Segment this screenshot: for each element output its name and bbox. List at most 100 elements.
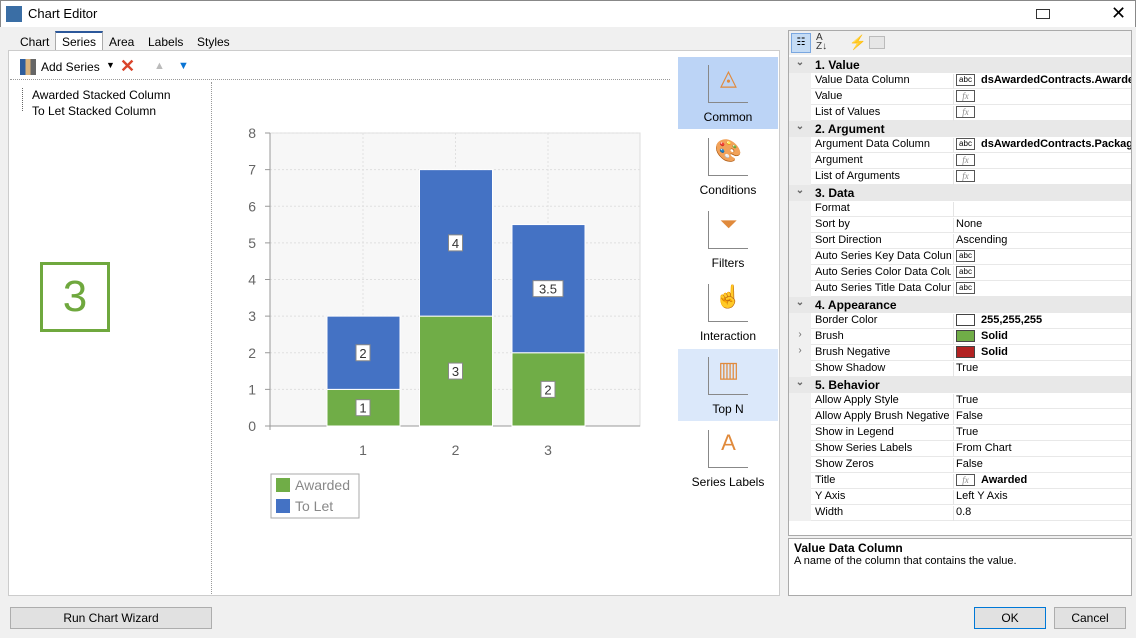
- categorized-icon[interactable]: ☷: [791, 33, 811, 53]
- property-value[interactable]: True: [956, 362, 978, 374]
- dropdown-arrow-icon[interactable]: ▼: [106, 60, 115, 70]
- expression-icon[interactable]: fx: [956, 170, 975, 183]
- property-name: Value Data Column: [815, 74, 910, 86]
- property-row[interactable]: Value Data Column abc dsAwardedContracts.A…: [789, 73, 1131, 89]
- property-row[interactable]: Format: [789, 201, 1131, 217]
- data-column-icon[interactable]: abc: [956, 138, 975, 151]
- tab-styles[interactable]: Styles: [191, 33, 236, 51]
- collapse-chevron-icon[interactable]: ⌄: [789, 185, 811, 201]
- collapse-chevron-icon[interactable]: ⌄: [789, 377, 811, 393]
- property-value[interactable]: Ascending: [956, 234, 1007, 246]
- move-down-icon[interactable]: ▼: [178, 60, 189, 72]
- close-icon[interactable]: ✕: [1111, 3, 1126, 24]
- property-value[interactable]: None: [956, 218, 982, 230]
- collapse-chevron-icon[interactable]: ⌄: [789, 121, 811, 137]
- property-value[interactable]: dsAwardedContracts.Package: [981, 138, 1131, 150]
- property-value[interactable]: dsAwardedContracts.Awarded: [981, 74, 1131, 86]
- property-value[interactable]: False: [956, 458, 983, 470]
- run-chart-wizard-button[interactable]: Run Chart Wizard: [10, 607, 212, 629]
- sort-alpha-icon[interactable]: A Z↓: [816, 33, 827, 52]
- expression-icon[interactable]: fx: [956, 474, 975, 487]
- tab-series[interactable]: Series: [55, 31, 104, 51]
- property-row[interactable]: Show Series Labels From Chart: [789, 441, 1131, 457]
- property-row[interactable]: Title fx Awarded: [789, 473, 1131, 489]
- property-row[interactable]: Allow Apply Brush Negative False: [789, 409, 1131, 425]
- property-row[interactable]: Show in Legend True: [789, 425, 1131, 441]
- chart-svg: 0 1 2 3 4 5 6 7 8 1 2 3 1 3 2 2 4 3.5 Awarded To Let: [248, 125, 641, 519]
- property-value[interactable]: True: [956, 426, 978, 438]
- property-row[interactable]: Argument fx: [789, 153, 1131, 169]
- property-row[interactable]: List of Values fx: [789, 105, 1131, 121]
- collapse-chevron-icon[interactable]: ⌄: [789, 57, 811, 73]
- property-row[interactable]: Allow Apply Style True: [789, 393, 1131, 409]
- property-row[interactable]: Border Color 255,255,255: [789, 313, 1131, 329]
- data-column-icon[interactable]: abc: [956, 282, 975, 295]
- property-row[interactable]: Sort Direction Ascending: [789, 233, 1131, 249]
- property-value[interactable]: False: [956, 410, 983, 422]
- y-tick-label: 1: [248, 381, 256, 397]
- expand-chevron-icon[interactable]: ›: [789, 329, 811, 345]
- tab-chart[interactable]: Chart: [14, 33, 55, 51]
- property-row[interactable]: Auto Series Color Data Column abc: [789, 265, 1131, 281]
- property-category[interactable]: ⌄ 4. Appearance: [789, 297, 1131, 313]
- gallery-series-labels[interactable]: A Series Labels: [678, 422, 778, 494]
- collapse-chevron-icon[interactable]: ⌄: [789, 297, 811, 313]
- delete-series-icon[interactable]: ✕: [120, 56, 135, 77]
- data-column-icon[interactable]: abc: [956, 266, 975, 279]
- gallery-conditions[interactable]: 🎨 Conditions: [678, 130, 778, 202]
- property-row[interactable]: › Brush Solid: [789, 329, 1131, 345]
- gallery-common[interactable]: ◬ Common: [678, 57, 778, 129]
- tab-labels[interactable]: Labels: [142, 33, 189, 51]
- property-category[interactable]: ⌄ 5. Behavior: [789, 377, 1131, 393]
- property-row[interactable]: Sort by None: [789, 217, 1131, 233]
- expression-icon[interactable]: fx: [956, 154, 975, 167]
- property-pages-icon[interactable]: [869, 36, 885, 49]
- property-value[interactable]: 0.8: [956, 506, 971, 518]
- property-value[interactable]: Solid: [981, 346, 1008, 358]
- expand-chevron-icon[interactable]: ›: [789, 345, 811, 361]
- property-row[interactable]: › Brush Negative Solid: [789, 345, 1131, 361]
- property-row[interactable]: Auto Series Title Data Column abc: [789, 281, 1131, 297]
- series-item-to-let[interactable]: To Let Stacked Column: [32, 104, 156, 118]
- ok-button[interactable]: OK: [974, 607, 1046, 629]
- property-row[interactable]: Value fx: [789, 89, 1131, 105]
- color-swatch[interactable]: [956, 346, 975, 359]
- cancel-button[interactable]: Cancel: [1054, 607, 1126, 629]
- tab-area[interactable]: Area: [103, 33, 140, 51]
- move-up-icon[interactable]: ▲: [154, 60, 165, 72]
- gallery-top-n[interactable]: ▥ Top N: [678, 349, 778, 421]
- property-row[interactable]: Y Axis Left Y Axis: [789, 489, 1131, 505]
- row-gutter: [789, 281, 811, 297]
- data-column-icon[interactable]: abc: [956, 250, 975, 263]
- property-value[interactable]: Solid: [981, 330, 1008, 342]
- legend-label: To Let: [295, 498, 333, 514]
- property-value[interactable]: Awarded: [981, 474, 1027, 486]
- gallery-filters[interactable]: ⏷ Filters: [678, 203, 778, 275]
- series-item-awarded[interactable]: Awarded Stacked Column: [32, 88, 171, 102]
- expression-icon[interactable]: fx: [956, 106, 975, 119]
- gallery-label: Conditions: [699, 183, 757, 197]
- restore-icon[interactable]: [1036, 9, 1050, 19]
- property-row[interactable]: Auto Series Key Data Column abc: [789, 249, 1131, 265]
- property-category[interactable]: ⌄ 2. Argument: [789, 121, 1131, 137]
- property-category[interactable]: ⌄ 3. Data: [789, 185, 1131, 201]
- property-row[interactable]: Argument Data Column abc dsAwardedContract…: [789, 137, 1131, 153]
- row-gutter: [789, 137, 811, 153]
- property-row[interactable]: List of Arguments fx: [789, 169, 1131, 185]
- property-category[interactable]: ⌄ 1. Value: [789, 57, 1131, 73]
- property-row[interactable]: Show Zeros False: [789, 457, 1131, 473]
- color-swatch[interactable]: [956, 314, 975, 327]
- property-row[interactable]: Show Shadow True: [789, 361, 1131, 377]
- gallery-interaction[interactable]: ☝ Interaction: [678, 276, 778, 348]
- events-icon[interactable]: ⚡: [849, 34, 866, 51]
- property-value[interactable]: True: [956, 394, 978, 406]
- data-column-icon[interactable]: abc: [956, 74, 975, 87]
- row-gutter: [789, 473, 811, 489]
- property-row[interactable]: Width 0.8: [789, 505, 1131, 521]
- color-swatch[interactable]: [956, 330, 975, 343]
- property-value[interactable]: Left Y Axis: [956, 490, 1008, 502]
- property-value[interactable]: From Chart: [956, 442, 1012, 454]
- expression-icon[interactable]: fx: [956, 90, 975, 103]
- property-value[interactable]: 255,255,255: [981, 314, 1042, 326]
- add-series-button[interactable]: Add Series: [41, 60, 100, 74]
